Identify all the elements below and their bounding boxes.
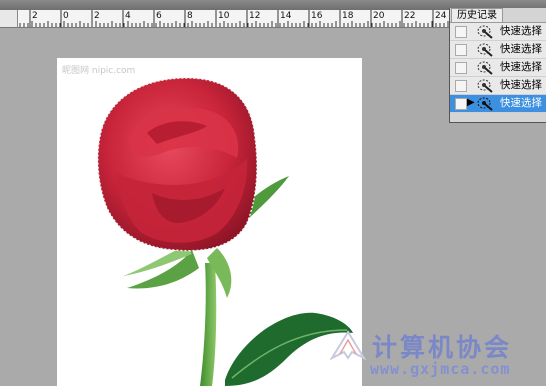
history-step-current[interactable]: ▶ 快速选择: [450, 95, 546, 113]
quick-selection-icon: [476, 77, 494, 94]
ruler-label: 2: [32, 11, 38, 21]
snapshot-toggle[interactable]: [455, 44, 467, 56]
ruler-label: 8: [187, 11, 193, 21]
ruler-label: 22: [404, 11, 416, 21]
history-step-label: 快速选择: [500, 97, 542, 109]
ruler-origin-corner[interactable]: [0, 10, 18, 28]
ruler-label: 20: [373, 11, 385, 21]
snapshot-toggle[interactable]: [455, 26, 467, 38]
ruler-label: 2: [94, 11, 100, 21]
history-step-label: 快速选择: [500, 43, 542, 55]
quick-selection-icon: [476, 41, 494, 58]
ruler-label: 14: [280, 11, 292, 21]
rose-image: [97, 77, 353, 386]
history-step-label: 快速选择: [500, 79, 542, 91]
quick-selection-icon: [476, 23, 494, 40]
ruler-label: 18: [342, 11, 354, 21]
image-watermark: 昵图网 nipic.com: [62, 66, 136, 76]
quick-selection-icon: [476, 95, 494, 112]
site-logo-icon: [329, 330, 367, 361]
site-url: www.gxjmca.com: [370, 360, 511, 378]
history-panel: 历史记录 快速选择 快速选择 快速选择 快速选择 ▶ 快速选择: [449, 8, 546, 123]
snapshot-toggle[interactable]: [455, 62, 467, 74]
history-step[interactable]: 快速选择: [450, 41, 546, 59]
history-step[interactable]: 快速选择: [450, 23, 546, 41]
snapshot-toggle[interactable]: [455, 98, 467, 110]
ruler-label: 12: [249, 11, 261, 21]
ruler-label: 0: [63, 11, 69, 21]
history-state-pointer-icon[interactable]: ▶: [467, 98, 475, 108]
site-name: 计算机协会: [372, 333, 513, 362]
history-step-label: 快速选择: [500, 25, 542, 37]
ruler-label: 24: [435, 11, 447, 21]
ruler-label: 6: [156, 11, 162, 21]
snapshot-toggle[interactable]: [455, 80, 467, 92]
history-step[interactable]: 快速选择: [450, 77, 546, 95]
quick-selection-icon: [476, 59, 494, 76]
history-step[interactable]: 快速选择: [450, 59, 546, 77]
ruler-label: 10: [218, 11, 230, 21]
history-step-label: 快速选择: [500, 61, 542, 73]
ruler-label: 4: [125, 11, 131, 21]
ruler-label: 16: [311, 11, 323, 21]
tab-history[interactable]: 历史记录: [451, 8, 503, 23]
